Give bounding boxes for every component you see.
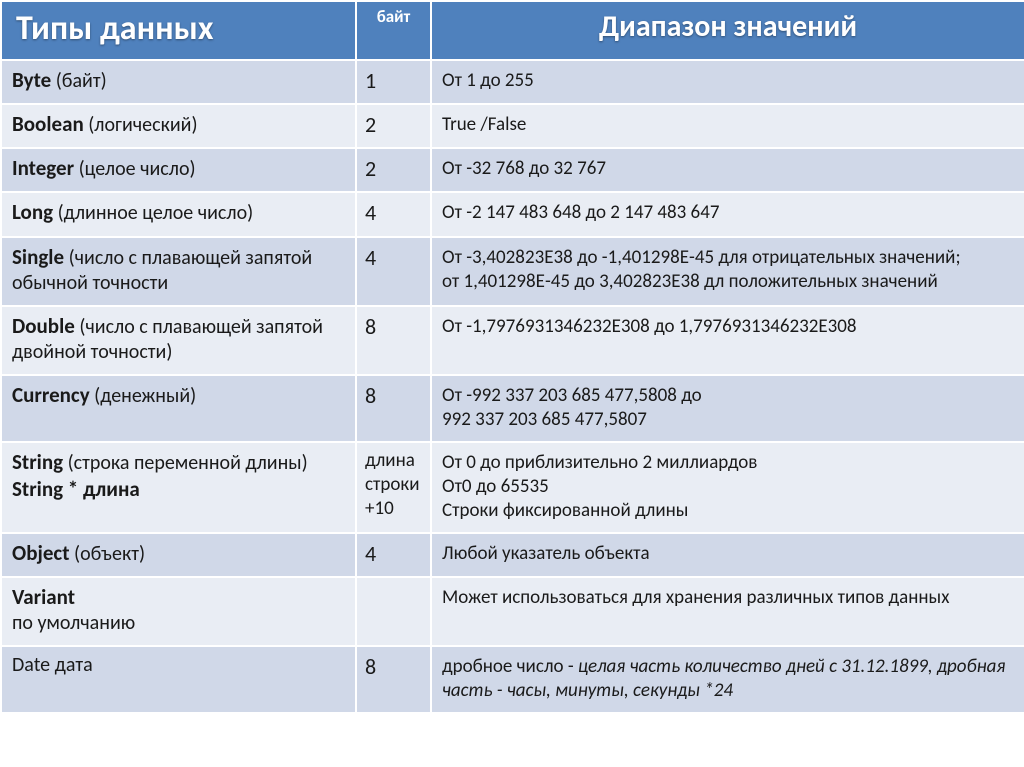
table-row: Integer (целое число) 2 От -32 768 до 32… xyxy=(1,148,1024,192)
table-row: Byte (байт) 1 От 1 до 255 xyxy=(1,60,1024,104)
table-row: Object (объект) 4 Любой указатель объект… xyxy=(1,533,1024,577)
cell-bytes: 4 xyxy=(356,533,431,577)
cell-type: Currency (денежный) xyxy=(1,375,356,442)
header-range: Диапазон значений xyxy=(431,1,1024,60)
cell-range: От -992 337 203 685 477,5808 до992 337 2… xyxy=(431,375,1024,442)
cell-range: От -1,7976931346232Е308 до 1,79769313462… xyxy=(431,306,1024,375)
table-row: String (строка переменной длины)String *… xyxy=(1,442,1024,533)
data-types-table: Типы данных байт Диапазон значений Byte … xyxy=(0,0,1024,714)
cell-bytes: 2 xyxy=(356,104,431,148)
cell-type: Variantпо умолчанию xyxy=(1,577,356,646)
table-header-row: Типы данных байт Диапазон значений xyxy=(1,1,1024,60)
cell-bytes: 8 xyxy=(356,306,431,375)
cell-range: От -2 147 483 648 до 2 147 483 647 xyxy=(431,192,1024,236)
table-row: Date дата 8 дробное число - целая часть … xyxy=(1,646,1024,713)
cell-bytes: 2 xyxy=(356,148,431,192)
cell-type: Byte (байт) xyxy=(1,60,356,104)
table-row: Variantпо умолчанию Может использоваться… xyxy=(1,577,1024,646)
cell-range: True /False xyxy=(431,104,1024,148)
cell-bytes: 1 xyxy=(356,60,431,104)
cell-bytes: 4 xyxy=(356,237,431,306)
table-row: Single (число с плавающей запятой обычно… xyxy=(1,237,1024,306)
cell-range: Может использоваться для хранения различ… xyxy=(431,577,1024,646)
cell-bytes: 8 xyxy=(356,375,431,442)
cell-type: Date дата xyxy=(1,646,356,713)
cell-range: От -3,402823Е38 до -1,401298Е-45 для отр… xyxy=(431,237,1024,306)
cell-type: Integer (целое число) xyxy=(1,148,356,192)
header-bytes: байт xyxy=(356,1,431,60)
cell-type: Long (длинное целое число) xyxy=(1,192,356,236)
cell-range: дробное число - целая часть количество д… xyxy=(431,646,1024,713)
header-types: Типы данных xyxy=(1,1,356,60)
table-row: Boolean (логический) 2 True /False xyxy=(1,104,1024,148)
cell-bytes: 8 xyxy=(356,646,431,713)
cell-range: От -32 768 до 32 767 xyxy=(431,148,1024,192)
cell-range: Любой указатель объекта xyxy=(431,533,1024,577)
cell-type: String (строка переменной длины)String *… xyxy=(1,442,356,533)
table-row: Long (длинное целое число) 4 От -2 147 4… xyxy=(1,192,1024,236)
cell-bytes: длина строки +10 xyxy=(356,442,431,533)
cell-range: От 0 до приблизительно 2 миллиардовОт0 д… xyxy=(431,442,1024,533)
table-row: Currency (денежный) 8 От -992 337 203 68… xyxy=(1,375,1024,442)
cell-type: Boolean (логический) xyxy=(1,104,356,148)
cell-bytes: 4 xyxy=(356,192,431,236)
cell-range: От 1 до 255 xyxy=(431,60,1024,104)
cell-type: Single (число с плавающей запятой обычно… xyxy=(1,237,356,306)
table-row: Double (число с плавающей запятой двойно… xyxy=(1,306,1024,375)
cell-bytes xyxy=(356,577,431,646)
cell-type: Object (объект) xyxy=(1,533,356,577)
cell-type: Double (число с плавающей запятой двойно… xyxy=(1,306,356,375)
